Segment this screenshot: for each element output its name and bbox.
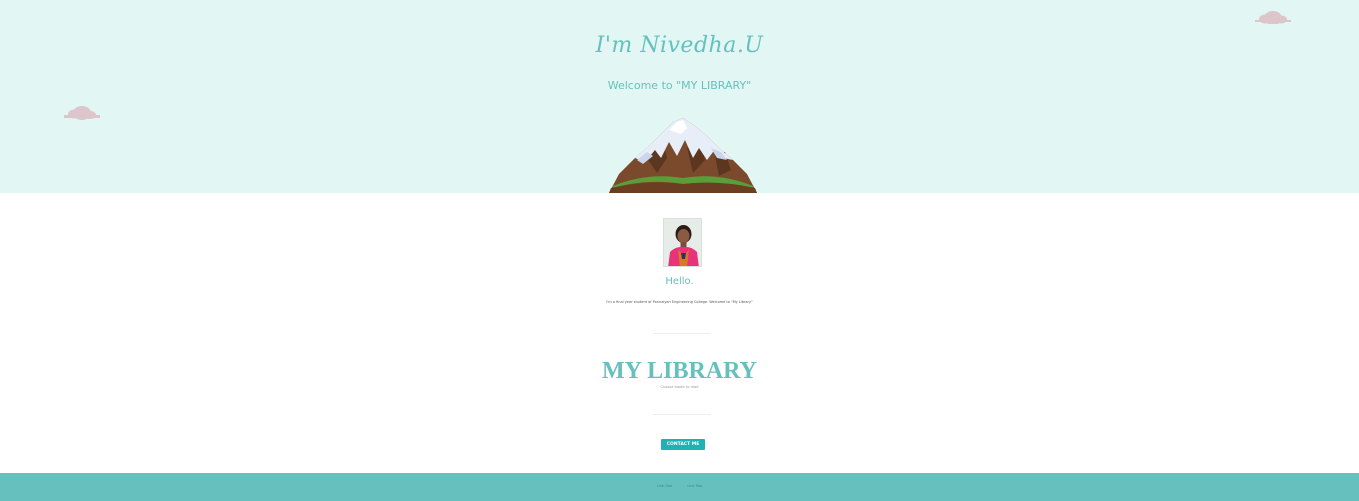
footer-link[interactable]: Link One: [657, 484, 672, 488]
intro-text: I'm a final year student of Ponnaiyan En…: [606, 300, 753, 304]
footer-links: Link One Link Two: [0, 484, 1359, 488]
cloud-icon: [1255, 11, 1291, 24]
hero-banner: I'm Nivedha.U Welcome to "MY LIBRARY": [0, 0, 1359, 193]
divider: [653, 414, 711, 415]
greeting-heading: Hello.: [665, 276, 694, 287]
cloud-icon: [64, 106, 100, 120]
mountain-illustration: [609, 118, 757, 193]
hero-title: I'm Nivedha.U: [595, 33, 764, 58]
library-subtitle: Choose books to read: [660, 385, 699, 389]
profile-photo: [663, 218, 702, 267]
hero-subtitle: Welcome to "MY LIBRARY": [607, 79, 752, 92]
footer-link[interactable]: Link Two: [687, 484, 702, 488]
footer: Link One Link Two: [0, 473, 1359, 501]
divider: [653, 333, 711, 334]
contact-me-button[interactable]: CONTACT ME: [661, 439, 705, 450]
library-title: MY LIBRARY: [602, 358, 757, 384]
